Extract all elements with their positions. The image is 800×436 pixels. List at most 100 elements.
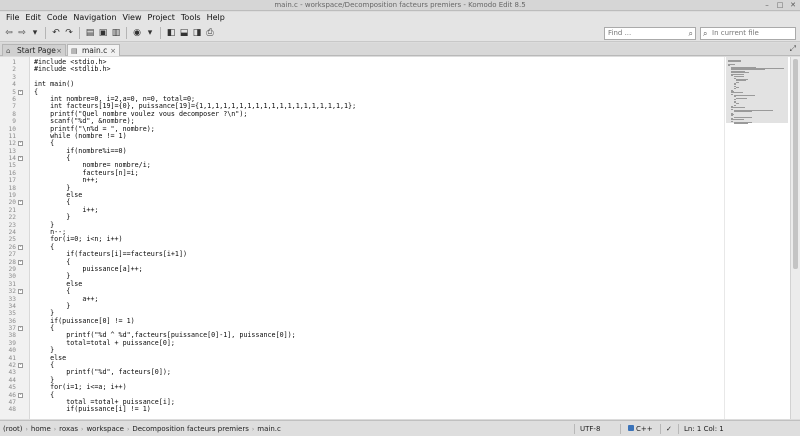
line-number: 32	[8, 288, 16, 296]
code-line[interactable]: 22 }	[0, 213, 800, 221]
fold-toggle-icon[interactable]: -	[18, 244, 23, 250]
minimap[interactable]	[726, 57, 788, 419]
right-pane-icon[interactable]: ◨	[192, 27, 202, 39]
code-line[interactable]: 23 }	[0, 221, 800, 229]
find-input[interactable]: Find ... ⌕	[604, 27, 696, 40]
close-tab-icon[interactable]: ×	[110, 45, 116, 57]
code-line[interactable]: 41 else	[0, 354, 800, 362]
browser-dropdown-icon[interactable]: ▾	[145, 27, 155, 39]
menu-project[interactable]: Project	[145, 12, 178, 24]
code-text: printf("%d", facteurs[0]);	[34, 368, 171, 377]
fold-toggle-icon[interactable]: -	[18, 141, 23, 147]
back-icon[interactable]: ⇦	[4, 27, 14, 39]
menu-file[interactable]: File	[3, 12, 22, 24]
scope-input[interactable]: ⌕ In current file	[700, 27, 796, 40]
status-separator	[660, 424, 661, 434]
breadcrumb-separator-icon: ›	[53, 425, 57, 433]
close-icon[interactable]: ✕	[789, 1, 797, 9]
bottom-pane-icon[interactable]: ⬓	[179, 27, 189, 39]
maximize-icon[interactable]: □	[776, 1, 784, 9]
close-tab-icon[interactable]: ×	[56, 45, 62, 57]
code-line[interactable]: 39 total=total + puissance[0];	[0, 339, 800, 347]
breadcrumb-item[interactable]: home	[31, 425, 51, 433]
menu-code[interactable]: Code	[44, 12, 70, 24]
fold-toggle-icon[interactable]: -	[18, 289, 23, 295]
history-dropdown-icon[interactable]: ▾	[30, 27, 40, 39]
open-file-icon[interactable]: ▥	[111, 27, 121, 39]
save-icon[interactable]: ▣	[98, 27, 108, 39]
browser-preview-icon[interactable]: ◉	[132, 27, 142, 39]
menu-bar: File Edit Code Navigation View Project T…	[0, 12, 800, 24]
toolbar-separator	[160, 27, 161, 39]
code-line[interactable]: 11 while (nombre != 1)	[0, 132, 800, 140]
code-line[interactable]: 29 puissance[a]++;	[0, 265, 800, 273]
code-line[interactable]: 25 for(i=0; i<n; i++)	[0, 235, 800, 243]
breadcrumb-separator-icon: ›	[81, 425, 84, 433]
print-icon[interactable]: ⎙	[205, 27, 215, 39]
menu-help[interactable]: Help	[204, 12, 228, 24]
scrollbar-thumb[interactable]	[793, 59, 798, 269]
fold-toggle-icon[interactable]: -	[18, 156, 23, 162]
encoding-selector[interactable]: UTF-8	[580, 425, 600, 433]
tab-start-page[interactable]: ⌂ Start Page ×	[2, 44, 66, 56]
line-number: 43	[8, 369, 16, 377]
code-line[interactable]: 31 else	[0, 280, 800, 288]
menu-navigation[interactable]: Navigation	[70, 12, 119, 24]
code-line[interactable]: 16 facteurs[n]=i;	[0, 169, 800, 177]
code-line[interactable]: 32- {	[0, 287, 800, 296]
forward-icon[interactable]: ⇨	[17, 27, 27, 39]
line-number: 7	[12, 103, 16, 111]
code-line[interactable]: 45 for(i=1; i<=a; i++)	[0, 383, 800, 391]
menu-edit[interactable]: Edit	[22, 12, 44, 24]
code-line[interactable]: 13 if(nombre%i==0)	[0, 147, 800, 155]
code-line[interactable]: 27 if(facteurs[i]==facteurs[i+1])	[0, 250, 800, 258]
fold-toggle-icon[interactable]: -	[18, 259, 23, 265]
code-line[interactable]: 40 }	[0, 346, 800, 354]
code-line[interactable]: 34 }	[0, 302, 800, 310]
code-line[interactable]: 3	[0, 74, 800, 81]
breadcrumb-item[interactable]: Decomposition facteurs premiers	[132, 425, 249, 433]
cursor-position: Ln: 1 Col: 1	[684, 425, 724, 433]
code-line[interactable]: 21 i++;	[0, 206, 800, 214]
maximize-editor-icon[interactable]: ⤢	[790, 44, 796, 54]
code-line[interactable]: 48 if(puissance[i] != 1)	[0, 405, 800, 413]
undo-icon[interactable]: ↶	[51, 27, 61, 39]
redo-icon[interactable]: ↷	[64, 27, 74, 39]
fold-toggle-icon[interactable]: -	[18, 363, 23, 369]
breadcrumb-item[interactable]: workspace	[86, 425, 123, 433]
code-line[interactable]: 36 if(puissance[0] != 1)	[0, 317, 800, 325]
breadcrumb-item[interactable]: roxas	[59, 425, 78, 433]
menu-tools[interactable]: Tools	[178, 12, 204, 24]
menu-view[interactable]: View	[120, 12, 145, 24]
vertical-scrollbar[interactable]	[790, 57, 800, 419]
new-file-icon[interactable]: ▤	[85, 27, 95, 39]
fold-toggle-icon[interactable]: -	[18, 89, 23, 95]
code-line[interactable]: 30 }	[0, 272, 800, 280]
code-line[interactable]: 43 printf("%d", facteurs[0]);	[0, 368, 800, 377]
left-pane-icon[interactable]: ◧	[166, 27, 176, 39]
code-editor[interactable]: 1 #include <stdio.h> 2 #include <stdlib.h> 3…	[0, 57, 800, 419]
code-line[interactable]: 19 else	[0, 191, 800, 199]
code-line[interactable]: 2 #include <stdlib.h>	[0, 65, 800, 73]
minimap-line	[730, 93, 733, 95]
minimize-icon[interactable]: –	[763, 1, 771, 9]
language-selector[interactable]: C++	[628, 425, 653, 433]
minimap-line	[733, 104, 736, 106]
fold-toggle-icon[interactable]: -	[18, 200, 23, 206]
tab-main-c[interactable]: ▤ main.c ×	[67, 44, 120, 56]
toolbar-separator	[126, 27, 127, 39]
code-line[interactable]: 1 #include <stdio.h>	[0, 58, 800, 66]
status-separator	[678, 424, 679, 434]
minimap-line	[736, 103, 740, 105]
fold-toggle-icon[interactable]: -	[18, 326, 23, 332]
code-line[interactable]: 17 n++;	[0, 176, 800, 184]
minimap-line	[728, 65, 730, 67]
code-line[interactable]: 4 int main()	[0, 80, 800, 88]
breadcrumb-item[interactable]: main.c	[257, 425, 281, 433]
breadcrumb-item[interactable]: (root)	[3, 425, 23, 433]
line-number: 24	[8, 228, 16, 236]
code-line[interactable]: 20- {	[0, 199, 800, 207]
code-line[interactable]: 33 a++;	[0, 295, 800, 303]
code-line[interactable]: 18 }	[0, 184, 800, 192]
fold-toggle-icon[interactable]: -	[18, 392, 23, 398]
